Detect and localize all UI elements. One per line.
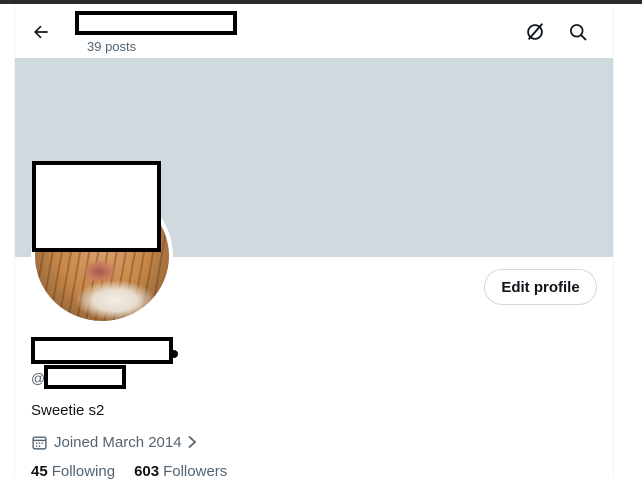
followers-label: Followers bbox=[163, 463, 228, 480]
redacted-handle bbox=[44, 365, 126, 389]
grok-icon bbox=[527, 23, 544, 40]
following-link[interactable]: 45 Following bbox=[31, 463, 115, 480]
arrow-left-icon bbox=[33, 25, 48, 39]
calendar-icon bbox=[31, 434, 48, 451]
chevron-right-icon bbox=[186, 435, 198, 449]
follow-stats: 45 Following 603 Followers bbox=[31, 463, 227, 480]
profile-header: 39 posts bbox=[15, 4, 613, 58]
redacted-avatar-area bbox=[32, 161, 161, 252]
grok-button[interactable] bbox=[523, 20, 547, 44]
followers-link[interactable]: 603 Followers bbox=[134, 463, 227, 480]
following-label: Following bbox=[51, 463, 116, 480]
search-button[interactable] bbox=[566, 20, 590, 44]
redacted-profile-name bbox=[31, 337, 173, 364]
column-border-right bbox=[613, 4, 614, 477]
following-count: 45 bbox=[31, 463, 48, 480]
profile-bio: Sweetie s2 bbox=[31, 402, 105, 419]
joined-date-text: Joined March 2014 bbox=[54, 433, 182, 451]
name-marker-dot bbox=[170, 350, 178, 358]
search-icon bbox=[570, 24, 587, 41]
back-button[interactable] bbox=[29, 20, 53, 44]
edit-profile-button[interactable]: Edit profile bbox=[484, 269, 597, 305]
joined-date[interactable]: Joined March 2014 bbox=[31, 432, 198, 452]
redacted-display-name bbox=[75, 11, 237, 35]
post-count: 39 posts bbox=[87, 39, 137, 54]
followers-count: 603 bbox=[134, 463, 160, 480]
